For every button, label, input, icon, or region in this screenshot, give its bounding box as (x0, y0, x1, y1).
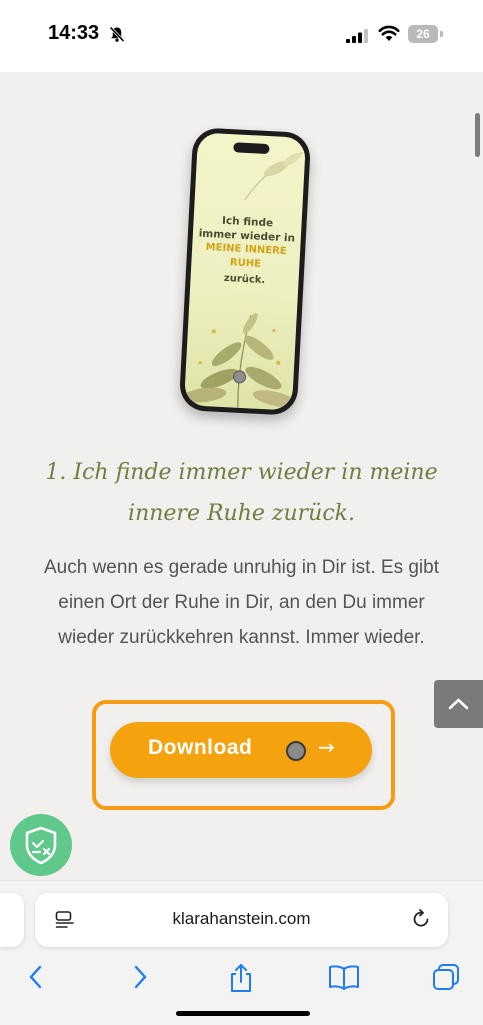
battery-cap (440, 31, 443, 37)
back-to-top-button[interactable] (434, 680, 483, 728)
bell-slash-icon (109, 26, 125, 47)
wifi-icon (378, 25, 400, 46)
arrow-right-icon: → (318, 735, 335, 759)
signal-icon (346, 28, 370, 47)
address-bar[interactable]: klarahanstein.com (35, 893, 448, 947)
section-heading: 1. Ich finde immer wieder in meine inner… (45, 460, 438, 526)
url-text: klarahanstein.com (172, 909, 311, 928)
touch-cursor-indicator (286, 741, 306, 761)
home-indicator (176, 1011, 310, 1016)
phone-mockup-image: Ich finde immer wieder in MEINE INNERE R… (178, 127, 312, 416)
battery-indicator: 26 (408, 25, 438, 43)
status-time: 14:33 (48, 22, 100, 44)
shield-check-icon (25, 826, 57, 865)
leaf-decoration-bottom (183, 313, 296, 408)
phone-notch (233, 142, 270, 155)
chevron-right-icon[interactable] (130, 963, 150, 995)
cookie-consent-button[interactable] (10, 814, 72, 876)
mockup-text: Ich finde immer wieder in MEINE INNERE R… (190, 212, 302, 290)
chevron-left-icon[interactable] (26, 963, 46, 995)
battery-level: 26 (416, 27, 430, 41)
section-body-text: Auch wenn es gerade unruhig in Dir ist. … (44, 557, 439, 648)
tabs-icon[interactable] (432, 963, 460, 995)
status-bar: 14:33 26 (0, 0, 483, 72)
previous-tab-preview[interactable] (0, 893, 24, 947)
reload-icon[interactable] (410, 908, 432, 934)
phone-screen: Ich finde immer wieder in MEINE INNERE R… (183, 132, 307, 411)
download-button[interactable]: Download → (110, 722, 372, 778)
scroll-indicator[interactable] (475, 113, 480, 157)
share-icon[interactable] (228, 963, 254, 997)
chevron-up-icon (448, 698, 469, 710)
download-label: Download (148, 736, 253, 759)
browser-toolbar: klarahanstein.com (0, 880, 483, 1025)
leaf-decoration-top (244, 152, 303, 201)
book-icon[interactable] (328, 963, 360, 995)
